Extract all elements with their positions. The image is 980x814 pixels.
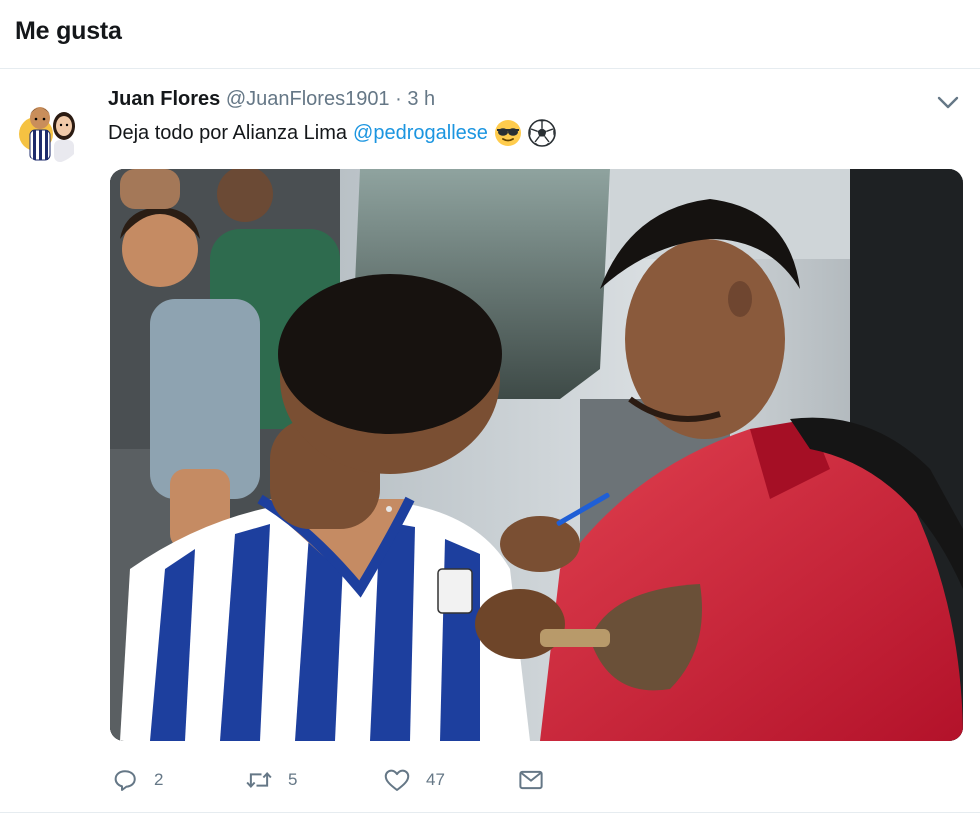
direct-message-button[interactable] <box>516 763 546 797</box>
author-name[interactable]: Juan Flores <box>108 88 220 110</box>
tweet-header: Juan Flores @JuanFlores1901 · 3 h <box>108 88 435 112</box>
heart-icon <box>384 769 410 791</box>
reply-button[interactable]: 2 <box>110 763 163 797</box>
page-header: Me gusta <box>0 0 980 69</box>
author-handle[interactable]: @JuanFlores1901 <box>226 88 390 110</box>
reply-count: 2 <box>154 770 164 789</box>
tweet[interactable]: Juan Flores @JuanFlores1901 · 3 h Deja t… <box>0 70 980 814</box>
reply-icon <box>114 770 136 791</box>
chevron-down-icon[interactable] <box>936 94 960 112</box>
envelope-icon <box>519 770 543 790</box>
retweet-button[interactable]: 5 <box>244 763 297 797</box>
tweet-photo[interactable] <box>110 169 963 741</box>
retweet-icon <box>246 772 272 788</box>
separator-dot: · <box>395 88 402 110</box>
tweet-timestamp[interactable]: 3 h <box>407 88 435 110</box>
photo-illustration <box>110 169 963 741</box>
mention-link[interactable]: @pedrogallese <box>353 122 488 145</box>
tweet-actions: 2 5 47 <box>110 763 810 797</box>
tweet-body-text: Deja todo por Alianza Lima <box>108 121 348 144</box>
sunglasses-emoji-icon <box>494 119 522 147</box>
like-button[interactable]: 47 <box>382 763 445 797</box>
soccer-ball-icon <box>528 119 556 147</box>
avatar-illustration <box>16 96 84 164</box>
retweet-count: 5 <box>288 770 298 789</box>
divider <box>0 812 980 813</box>
tweet-text: Deja todo por Alianza Lima @pedrogallese <box>108 119 556 147</box>
like-count: 47 <box>426 770 445 789</box>
page-title: Me gusta <box>15 17 122 45</box>
avatar[interactable] <box>16 96 84 164</box>
